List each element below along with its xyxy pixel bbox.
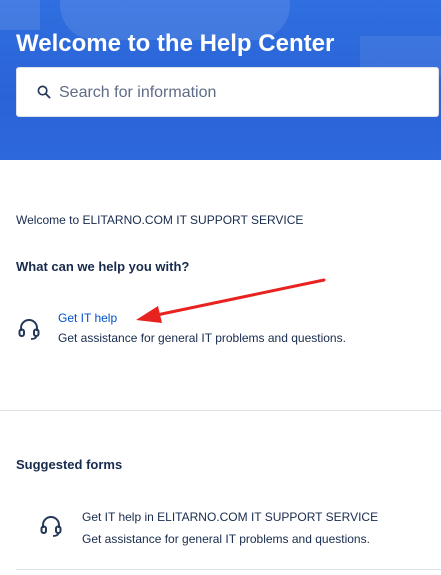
search-icon (37, 85, 51, 99)
headset-icon (40, 516, 62, 537)
request-type-get-it-help[interactable]: Get IT help Get assistance for general I… (0, 308, 441, 352)
page-title: Welcome to the Help Center (16, 30, 335, 57)
search-input[interactable] (59, 78, 419, 108)
header-banner: Welcome to the Help Center (0, 0, 441, 160)
help-center-page: Welcome to the Help Center Welcome to EL… (0, 0, 441, 575)
section-divider (16, 569, 441, 570)
suggested-form-title[interactable]: Get IT help in ELITARNO.COM IT SUPPORT S… (82, 510, 378, 524)
suggested-form-description: Get assistance for general IT problems a… (82, 532, 370, 546)
help-section-heading: What can we help you with? (16, 259, 190, 274)
search-box[interactable] (16, 67, 439, 117)
request-type-description: Get assistance for general IT problems a… (58, 331, 346, 345)
headset-icon (18, 319, 40, 340)
banner-decoration (0, 0, 40, 30)
welcome-message: Welcome to ELITARNO.COM IT SUPPORT SERVI… (16, 213, 304, 227)
suggested-forms-heading: Suggested forms (16, 457, 123, 472)
section-divider (0, 410, 441, 411)
suggested-form-get-it-help[interactable]: Get IT help in ELITARNO.COM IT SUPPORT S… (0, 508, 441, 552)
request-type-title-link[interactable]: Get IT help (58, 311, 117, 325)
